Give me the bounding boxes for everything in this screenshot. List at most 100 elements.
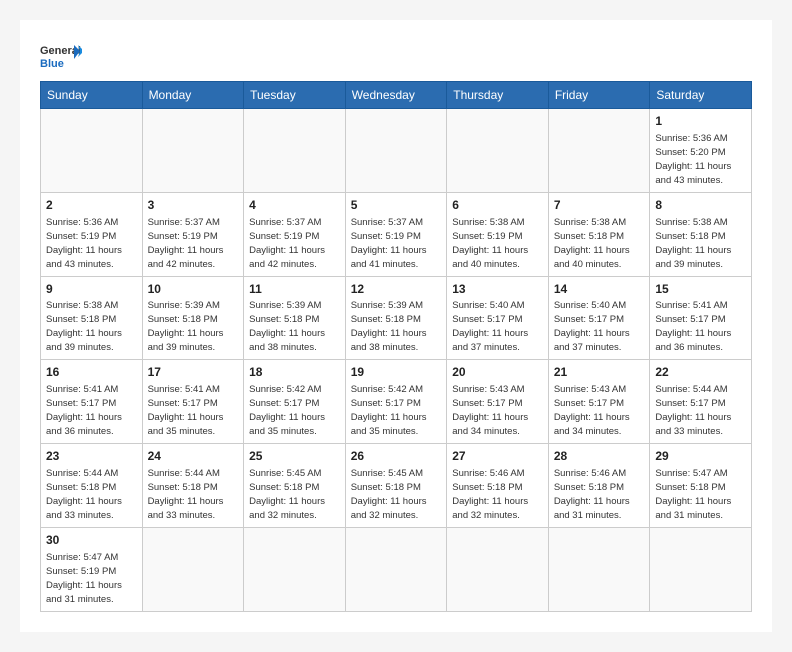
calendar-cell: 14Sunrise: 5:40 AM Sunset: 5:17 PM Dayli… — [548, 276, 650, 360]
day-info: Sunrise: 5:42 AM Sunset: 5:17 PM Dayligh… — [249, 384, 325, 437]
calendar-cell — [41, 109, 143, 193]
calendar-cell: 2 Sunrise: 5:36 AM Sunset: 5:19 PM Daylig… — [41, 192, 143, 276]
calendar-page: General Blue SundayMondayTuesdayWednesda… — [20, 20, 772, 632]
day-info: Sunrise: 5:39 AM Sunset: 5:18 PM Dayligh… — [351, 300, 427, 353]
calendar-cell: 30 Sunrise: 5:47 AM Sunset: 5:19 PM Dayli… — [41, 527, 143, 611]
day-number: 28 — [554, 448, 645, 465]
calendar-cell — [244, 527, 346, 611]
day-number: 9 — [46, 281, 137, 298]
day-number: 10 — [148, 281, 239, 298]
day-number: 26 — [351, 448, 442, 465]
day-info: Sunrise: 5:43 AM Sunset: 5:17 PM Dayligh… — [554, 384, 630, 437]
day-info: Sunrise: 5:44 AM Sunset: 5:17 PM Dayligh… — [655, 384, 731, 437]
weekday-header-sunday: Sunday — [41, 82, 143, 109]
weekday-header-thursday: Thursday — [447, 82, 549, 109]
calendar-table: SundayMondayTuesdayWednesdayThursdayFrid… — [40, 81, 752, 612]
day-number: 1 — [655, 113, 746, 130]
calendar-cell: 9 Sunrise: 5:38 AM Sunset: 5:18 PM Daylig… — [41, 276, 143, 360]
day-number: 2 — [46, 197, 137, 214]
day-number: 7 — [554, 197, 645, 214]
calendar-week-row: 1 Sunrise: 5:36 AM Sunset: 5:20 PM Daylig… — [41, 109, 752, 193]
calendar-cell: 8 Sunrise: 5:38 AM Sunset: 5:18 PM Daylig… — [650, 192, 752, 276]
weekday-header-wednesday: Wednesday — [345, 82, 447, 109]
calendar-cell: 10 Sunrise: 5:39 AM Sunset: 5:18 PM Dayli… — [142, 276, 244, 360]
day-info: Sunrise: 5:37 AM Sunset: 5:19 PM Dayligh… — [351, 217, 427, 270]
day-info: Sunrise: 5:37 AM Sunset: 5:19 PM Dayligh… — [148, 217, 224, 270]
calendar-week-row: 23 Sunrise: 5:44 AM Sunset: 5:18 PM Dayli… — [41, 444, 752, 528]
calendar-cell — [345, 109, 447, 193]
day-info: Sunrise: 5:42 AM Sunset: 5:17 PM Dayligh… — [351, 384, 427, 437]
day-info: Sunrise: 5:40 AM Sunset: 5:17 PM Dayligh… — [452, 300, 528, 353]
calendar-cell — [345, 527, 447, 611]
day-info: Sunrise: 5:38 AM Sunset: 5:19 PM Dayligh… — [452, 217, 528, 270]
day-number: 14 — [554, 281, 645, 298]
day-info: Sunrise: 5:41 AM Sunset: 5:17 PM Dayligh… — [148, 384, 224, 437]
calendar-cell: 17 Sunrise: 5:41 AM Sunset: 5:17 PM Dayli… — [142, 360, 244, 444]
day-number: 3 — [148, 197, 239, 214]
day-info: Sunrise: 5:36 AM Sunset: 5:19 PM Dayligh… — [46, 217, 122, 270]
calendar-week-row: 30 Sunrise: 5:47 AM Sunset: 5:19 PM Dayli… — [41, 527, 752, 611]
day-info: Sunrise: 5:46 AM Sunset: 5:18 PM Dayligh… — [554, 468, 630, 521]
day-number: 29 — [655, 448, 746, 465]
day-number: 19 — [351, 364, 442, 381]
day-number: 11 — [249, 281, 340, 298]
day-info: Sunrise: 5:39 AM Sunset: 5:18 PM Dayligh… — [249, 300, 325, 353]
calendar-cell: 25Sunrise: 5:45 AM Sunset: 5:18 PM Dayli… — [244, 444, 346, 528]
header: General Blue — [40, 35, 752, 73]
calendar-cell — [650, 527, 752, 611]
day-info: Sunrise: 5:44 AM Sunset: 5:18 PM Dayligh… — [46, 468, 122, 521]
day-number: 17 — [148, 364, 239, 381]
calendar-cell — [142, 527, 244, 611]
calendar-cell: 22 Sunrise: 5:44 AM Sunset: 5:17 PM Dayli… — [650, 360, 752, 444]
weekday-header-tuesday: Tuesday — [244, 82, 346, 109]
calendar-cell — [548, 527, 650, 611]
day-info: Sunrise: 5:38 AM Sunset: 5:18 PM Dayligh… — [46, 300, 122, 353]
day-number: 22 — [655, 364, 746, 381]
day-number: 6 — [452, 197, 543, 214]
day-info: Sunrise: 5:38 AM Sunset: 5:18 PM Dayligh… — [554, 217, 630, 270]
calendar-cell: 6 Sunrise: 5:38 AM Sunset: 5:19 PM Daylig… — [447, 192, 549, 276]
calendar-cell: 18 Sunrise: 5:42 AM Sunset: 5:17 PM Dayli… — [244, 360, 346, 444]
day-number: 23 — [46, 448, 137, 465]
day-info: Sunrise: 5:36 AM Sunset: 5:20 PM Dayligh… — [655, 133, 731, 186]
day-number: 24 — [148, 448, 239, 465]
calendar-cell: 1 Sunrise: 5:36 AM Sunset: 5:20 PM Daylig… — [650, 109, 752, 193]
day-number: 20 — [452, 364, 543, 381]
calendar-cell — [548, 109, 650, 193]
day-info: Sunrise: 5:43 AM Sunset: 5:17 PM Dayligh… — [452, 384, 528, 437]
calendar-week-row: 2 Sunrise: 5:36 AM Sunset: 5:19 PM Daylig… — [41, 192, 752, 276]
day-info: Sunrise: 5:45 AM Sunset: 5:18 PM Dayligh… — [351, 468, 427, 521]
day-info: Sunrise: 5:46 AM Sunset: 5:18 PM Dayligh… — [452, 468, 528, 521]
day-number: 12 — [351, 281, 442, 298]
weekday-header-friday: Friday — [548, 82, 650, 109]
day-number: 30 — [46, 532, 137, 549]
calendar-week-row: 16 Sunrise: 5:41 AM Sunset: 5:17 PM Dayli… — [41, 360, 752, 444]
day-number: 16 — [46, 364, 137, 381]
day-number: 27 — [452, 448, 543, 465]
calendar-cell: 26 Sunrise: 5:45 AM Sunset: 5:18 PM Dayli… — [345, 444, 447, 528]
day-number: 18 — [249, 364, 340, 381]
day-info: Sunrise: 5:41 AM Sunset: 5:17 PM Dayligh… — [46, 384, 122, 437]
day-number: 4 — [249, 197, 340, 214]
day-info: Sunrise: 5:39 AM Sunset: 5:18 PM Dayligh… — [148, 300, 224, 353]
day-info: Sunrise: 5:41 AM Sunset: 5:17 PM Dayligh… — [655, 300, 731, 353]
calendar-cell: 16 Sunrise: 5:41 AM Sunset: 5:17 PM Dayli… — [41, 360, 143, 444]
logo: General Blue — [40, 41, 82, 73]
day-number: 13 — [452, 281, 543, 298]
weekday-header-monday: Monday — [142, 82, 244, 109]
day-info: Sunrise: 5:38 AM Sunset: 5:18 PM Dayligh… — [655, 217, 731, 270]
day-info: Sunrise: 5:47 AM Sunset: 5:19 PM Dayligh… — [46, 552, 122, 605]
calendar-cell: 4 Sunrise: 5:37 AM Sunset: 5:19 PM Daylig… — [244, 192, 346, 276]
day-number: 15 — [655, 281, 746, 298]
day-info: Sunrise: 5:45 AM Sunset: 5:18 PM Dayligh… — [249, 468, 325, 521]
day-info: Sunrise: 5:37 AM Sunset: 5:19 PM Dayligh… — [249, 217, 325, 270]
day-number: 8 — [655, 197, 746, 214]
calendar-cell: 28 Sunrise: 5:46 AM Sunset: 5:18 PM Dayli… — [548, 444, 650, 528]
weekday-header-saturday: Saturday — [650, 82, 752, 109]
weekday-header-row: SundayMondayTuesdayWednesdayThursdayFrid… — [41, 82, 752, 109]
day-info: Sunrise: 5:44 AM Sunset: 5:18 PM Dayligh… — [148, 468, 224, 521]
calendar-cell: 23 Sunrise: 5:44 AM Sunset: 5:18 PM Dayli… — [41, 444, 143, 528]
calendar-cell — [142, 109, 244, 193]
calendar-cell: 15 Sunrise: 5:41 AM Sunset: 5:17 PM Dayli… — [650, 276, 752, 360]
svg-text:Blue: Blue — [40, 58, 64, 70]
